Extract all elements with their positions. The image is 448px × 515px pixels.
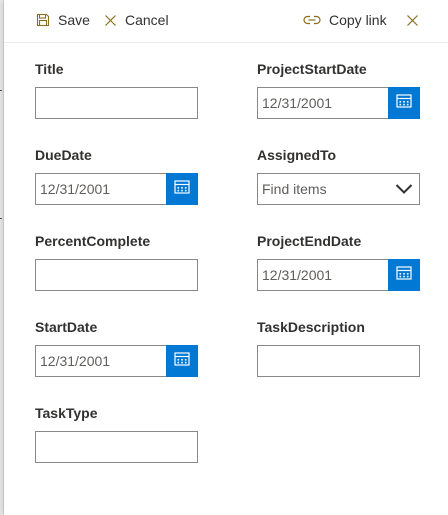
title-label: Title	[35, 61, 64, 77]
start-date-input[interactable]	[36, 346, 164, 376]
task-type-input[interactable]	[35, 431, 198, 463]
cancel-button[interactable]: Cancel	[104, 9, 169, 31]
assigned-to-label: AssignedTo	[257, 147, 337, 163]
task-description-input[interactable]	[257, 345, 420, 377]
task-type-label: TaskType	[35, 405, 98, 421]
start-date-picker	[35, 345, 198, 377]
calendar-icon	[174, 179, 190, 199]
calendar-icon	[396, 93, 412, 113]
edge-mark	[0, 218, 2, 219]
link-icon	[303, 14, 321, 26]
calendar-icon	[174, 351, 190, 371]
project-end-date-label: ProjectEndDate	[257, 233, 362, 249]
close-panel-button[interactable]	[404, 9, 420, 31]
due-date-input[interactable]	[36, 174, 164, 204]
project-end-date-picker	[257, 259, 420, 291]
title-input[interactable]	[35, 87, 198, 119]
edit-form-panel: Save Cancel Copy link Title ProjectStart…	[4, 0, 448, 515]
assigned-to-placeholder: Find items	[262, 181, 327, 197]
close-icon	[104, 14, 117, 27]
project-end-date-input[interactable]	[258, 260, 386, 290]
save-icon	[36, 13, 50, 27]
project-start-date-input[interactable]	[258, 88, 386, 118]
due-date-label: DueDate	[35, 147, 92, 163]
chevron-down-icon[interactable]	[395, 182, 413, 200]
save-button[interactable]: Save	[36, 9, 90, 31]
assigned-to-combobox[interactable]: Find items	[257, 173, 420, 205]
start-date-calendar-button[interactable]	[166, 345, 198, 377]
due-date-picker	[35, 173, 198, 205]
project-end-date-calendar-button[interactable]	[388, 259, 420, 291]
command-bar: Save Cancel Copy link	[4, 0, 448, 43]
copy-link-button[interactable]: Copy link	[303, 9, 387, 31]
percent-complete-input[interactable]	[35, 259, 198, 291]
project-start-date-label: ProjectStartDate	[257, 61, 367, 77]
task-description-label: TaskDescription	[257, 319, 365, 335]
due-date-calendar-button[interactable]	[166, 173, 198, 205]
close-icon	[406, 14, 419, 27]
cancel-label: Cancel	[125, 12, 169, 28]
percent-complete-label: PercentComplete	[35, 233, 151, 249]
project-start-date-picker	[257, 87, 420, 119]
project-start-date-calendar-button[interactable]	[388, 87, 420, 119]
edge-mark	[0, 90, 2, 91]
start-date-label: StartDate	[35, 319, 98, 335]
calendar-icon	[396, 265, 412, 285]
copy-link-label: Copy link	[329, 12, 387, 28]
save-label: Save	[58, 12, 90, 28]
